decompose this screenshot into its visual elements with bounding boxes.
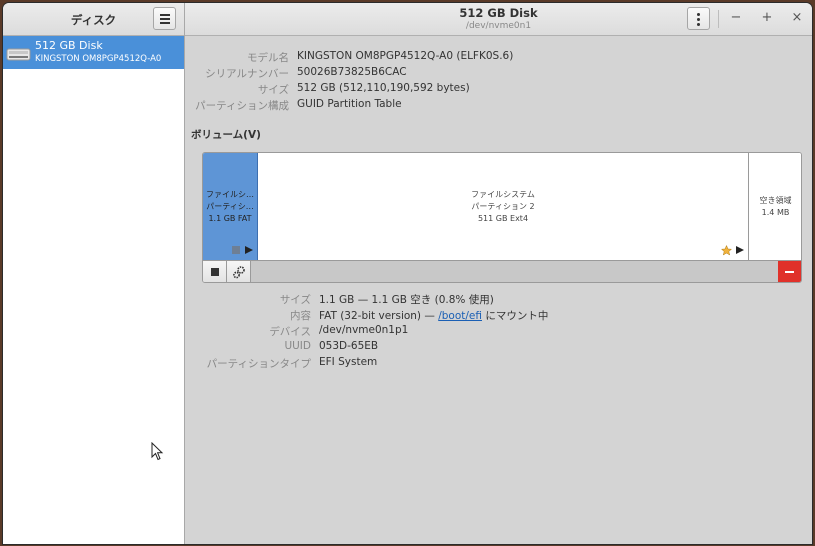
minimize-button[interactable]: − (728, 10, 744, 26)
partition-1-line3: 1.1 GB FAT (208, 214, 252, 223)
star-icon (721, 245, 732, 256)
mount-point-link[interactable]: /boot/efi (438, 310, 482, 322)
contents-prefix: FAT (32-bit version) — (319, 310, 439, 322)
free-space-line2: 1.4 MB (761, 208, 790, 217)
play-icon (736, 246, 744, 254)
size-value: 512 GB (512,110,190,592 bytes) (297, 82, 470, 94)
volume-free-space[interactable]: 空き領域 1.4 MB (749, 153, 801, 260)
device-value: /dev/nvme0n1p1 (319, 324, 409, 336)
partition-1-line1: ファイルシ… (206, 190, 254, 199)
partition-1-line2: パーティシ… (206, 202, 254, 211)
contents-suffix: にマウント中 (482, 310, 549, 322)
partition-options-button[interactable] (227, 261, 251, 282)
close-button[interactable]: × (789, 10, 805, 26)
kebab-menu-icon (697, 13, 700, 16)
drive-harddisk-icon (6, 48, 31, 61)
partition-type-label: パーティションタイプ (206, 358, 311, 370)
maximize-button[interactable]: + (759, 10, 775, 26)
sidebar-header: ディスク (3, 3, 184, 36)
partition-2-line2: パーティション 2 (471, 202, 535, 211)
disk-name: 512 GB Disk (35, 39, 103, 52)
free-space-line1: 空き領域 (759, 196, 792, 205)
volume-partition-1[interactable]: ファイルシ… パーティシ… 1.1 GB FAT (203, 153, 258, 260)
uuid-label: UUID (284, 340, 311, 352)
header-separator (718, 10, 719, 28)
disk-sidebar: ディスク 512 GB Disk KINGSTON OM8PGP4512Q-A0 (3, 3, 185, 544)
drive-options-button[interactable] (687, 7, 710, 30)
disks-window: ディスク 512 GB Disk KINGSTON OM8PGP4512Q-A0 (3, 3, 812, 544)
partition-2-line3: 511 GB Ext4 (477, 214, 529, 223)
volume-map: ファイルシ… パーティシ… 1.1 GB FAT ファイルシステム パーティショ… (202, 152, 802, 283)
gears-icon (233, 266, 245, 279)
contents-value: FAT (32-bit version) — /boot/efi にマウント中 (319, 308, 548, 323)
volume-toolbar (203, 260, 801, 282)
disk-model: KINGSTON OM8PGP4512Q-A0 (35, 54, 162, 64)
play-icon (245, 246, 253, 254)
header-bar: 512 GB Disk /dev/nvme0n1 − + × (185, 3, 812, 36)
hamburger-menu-icon (160, 14, 170, 16)
hamburger-menu-button[interactable] (153, 7, 176, 30)
partition-type-value: EFI System (319, 356, 378, 368)
device-label: デバイス (269, 326, 311, 338)
model-value: KINGSTON OM8PGP4512Q-A0 (ELFK0S.6) (297, 50, 514, 62)
drive-details: モデル名 KINGSTON OM8PGP4512Q-A0 (ELFK0S.6) … (185, 36, 812, 544)
volumes-heading: ボリューム(V) (191, 129, 261, 141)
contents-label: 内容 (290, 310, 311, 322)
disk-list: 512 GB Disk KINGSTON OM8PGP4512Q-A0 (3, 36, 184, 544)
model-label: モデル名 (247, 52, 289, 64)
stop-icon (211, 268, 219, 276)
volume-partition-2[interactable]: ファイルシステム パーティション 2 511 GB Ext4 (258, 153, 749, 260)
partitioning-label: パーティション構成 (195, 100, 289, 112)
partitioning-value: GUID Partition Table (297, 98, 402, 110)
partition-size-value: 1.1 GB — 1.1 GB 空き (0.8% 使用) (319, 294, 494, 306)
unmounted-indicator-icon (232, 246, 240, 254)
uuid-value: 053D-65EB (319, 340, 379, 352)
serial-label: シリアルナンバー (205, 68, 289, 80)
partition-2-line1: ファイルシステム (471, 190, 535, 199)
mouse-pointer-icon (151, 442, 164, 461)
delete-partition-button[interactable] (778, 261, 801, 282)
size-label: サイズ (257, 84, 289, 96)
serial-value: 50026B73825B6CAC (297, 66, 407, 78)
disk-list-item[interactable]: 512 GB Disk KINGSTON OM8PGP4512Q-A0 (3, 36, 184, 69)
partition-size-label: サイズ (279, 294, 311, 306)
stop-button[interactable] (203, 261, 227, 282)
